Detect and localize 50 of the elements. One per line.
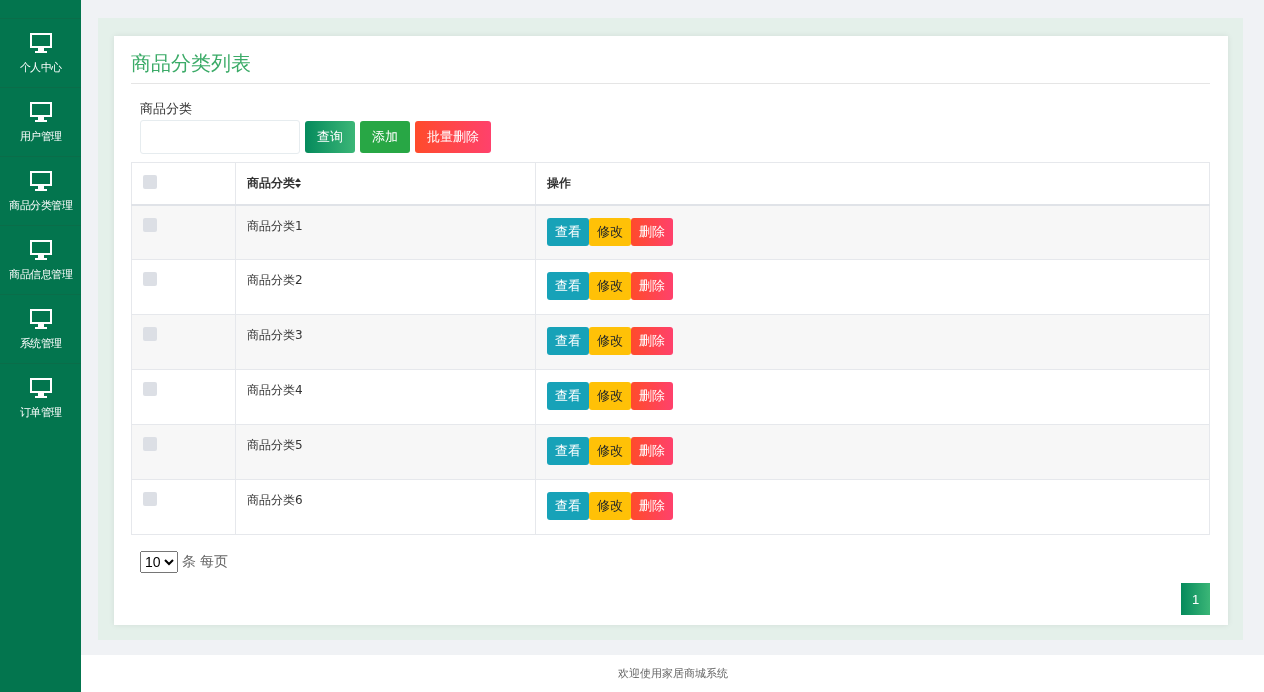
delete-button[interactable]: 删除 xyxy=(631,437,673,465)
delete-button[interactable]: 删除 xyxy=(631,217,673,246)
table-cell: 商品分类1 xyxy=(235,204,536,260)
row-checkbox[interactable] xyxy=(143,217,157,232)
search-field[interactable] xyxy=(140,120,300,154)
panel-title: 商品分类列表 xyxy=(131,50,1210,84)
search-label: 商品分类 xyxy=(140,100,193,118)
view-button[interactable]: 查看 xyxy=(547,382,589,410)
table-cell: 商品分类6 xyxy=(235,479,536,535)
view-button[interactable]: 查看 xyxy=(547,492,589,520)
table-cell: 商品分类2 xyxy=(235,259,536,315)
edit-button[interactable]: 修改 xyxy=(589,327,631,355)
view-button[interactable]: 查看 xyxy=(547,437,589,465)
table-cell: 商品分类3 xyxy=(235,314,536,370)
row-checkbox[interactable] xyxy=(143,382,157,396)
view-button[interactable]: 查看 xyxy=(547,272,589,300)
column-header: 操作 xyxy=(535,162,1210,205)
table-cell: 商品分类4 xyxy=(235,369,536,425)
footer-text: 欢迎使用家居商城系统 xyxy=(617,666,728,681)
table-cell: 商品分类5 xyxy=(235,424,536,480)
select-all-checkbox[interactable] xyxy=(143,175,157,189)
row-checkbox[interactable] xyxy=(143,327,157,341)
monitor-icon xyxy=(28,169,53,192)
page-button[interactable]: 1 xyxy=(1181,583,1210,615)
monitor-icon xyxy=(28,100,53,123)
monitor-icon xyxy=(28,31,53,54)
row-checkbox[interactable] xyxy=(143,492,157,506)
delete-button[interactable]: 删除 xyxy=(631,492,673,520)
monitor-icon xyxy=(28,238,53,261)
view-button[interactable]: 查看 xyxy=(547,327,589,355)
edit-button[interactable]: 修改 xyxy=(589,437,631,465)
edit-button[interactable]: 修改 xyxy=(589,492,631,520)
monitor-icon xyxy=(28,376,53,399)
sort-icon[interactable] xyxy=(295,178,301,189)
row-checkbox[interactable] xyxy=(143,272,157,286)
view-button[interactable]: 查看 xyxy=(547,217,589,246)
monitor-icon xyxy=(28,307,53,330)
delete-button[interactable]: 删除 xyxy=(631,327,673,355)
page-size-label: 条 每页 xyxy=(182,553,229,571)
query-button[interactable]: 查询 xyxy=(305,121,355,153)
column-header[interactable]: 商品分类 xyxy=(235,162,536,205)
page-size-select[interactable]: 10 xyxy=(140,551,178,573)
edit-button[interactable]: 修改 xyxy=(589,272,631,300)
edit-button[interactable]: 修改 xyxy=(589,382,631,410)
edit-button[interactable]: 修改 xyxy=(589,217,631,246)
delete-button[interactable]: 批量删除 xyxy=(415,121,491,153)
delete-button[interactable]: 删除 xyxy=(631,382,673,410)
add-button[interactable]: 添加 xyxy=(360,121,410,153)
delete-button[interactable]: 删除 xyxy=(631,272,673,300)
row-checkbox[interactable] xyxy=(143,437,157,451)
